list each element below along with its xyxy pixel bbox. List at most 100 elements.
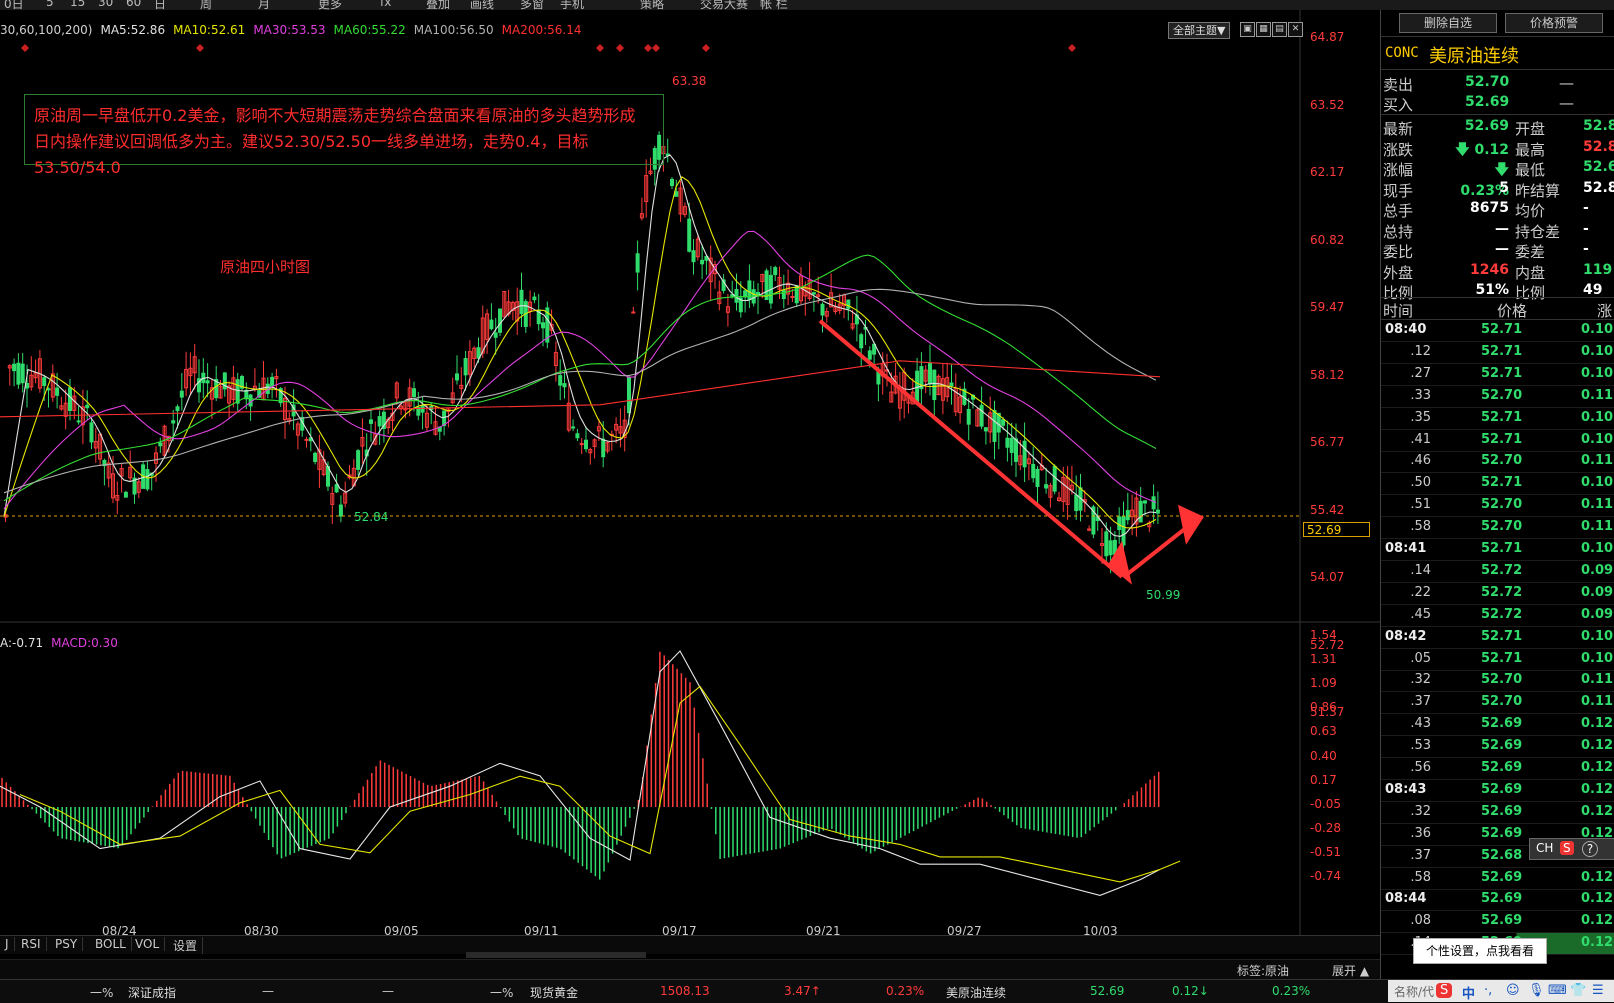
ime-chinese-toggle[interactable]: 中 [1462, 983, 1475, 1002]
tick-change: 0.10 [1581, 475, 1614, 491]
ime-toolbar[interactable]: 名称/代 S 中 ·, ☺ 🎙 ⌨ 👕 ☰ [1388, 980, 1614, 1002]
keyboard-icon[interactable]: ⌨ [1548, 983, 1567, 998]
candle-body [670, 178, 674, 187]
ticker-item: 一% [490, 986, 514, 1000]
tick-time: .46 [1410, 453, 1431, 469]
close-icon[interactable]: ✕ [1288, 22, 1303, 37]
candle-body [179, 390, 184, 398]
menu-icon[interactable]: ☰ [1592, 983, 1604, 998]
candle-body [983, 427, 988, 432]
quote-stat-row: 现手5昨结算52.8 [1381, 178, 1614, 200]
candle-body [455, 373, 459, 381]
candle-body [476, 347, 481, 359]
tick-time: .08 [1410, 913, 1431, 929]
indicator-tab[interactable]: 设置 [168, 937, 204, 954]
tick-time: .36 [1410, 825, 1431, 841]
tick-change: 0.09 [1581, 584, 1614, 600]
symbol-header: CONC 美原油连续 [1381, 36, 1614, 70]
candle-body [338, 504, 343, 517]
theme-select-button[interactable]: 全部主题▼ [1168, 22, 1231, 39]
price-tick: 54.07 [1310, 570, 1345, 584]
toolbar-item[interactable]: 60 [126, 0, 141, 9]
toolbar-item[interactable]: 30 [98, 0, 113, 9]
candle-body [558, 375, 563, 386]
toolbar-item[interactable]: 15 [70, 0, 85, 9]
candle-body [820, 303, 825, 316]
candle-body [734, 289, 739, 303]
candle-body [700, 259, 705, 265]
toolbar-item[interactable]: fx [380, 0, 391, 9]
indicator-tab[interactable]: PSY [50, 937, 84, 951]
stat-value: 8675 [1470, 200, 1509, 216]
candle-body [519, 289, 524, 315]
indicator-tab[interactable]: J [0, 937, 15, 951]
stat-value: - [1583, 220, 1589, 237]
ticker-item: 1508.13 [660, 984, 710, 998]
skin-icon[interactable]: 👕 [1570, 983, 1586, 998]
window-icon-3[interactable]: ▤ [1272, 22, 1287, 37]
ime-floating-bar[interactable]: CH S ? [1529, 838, 1614, 860]
low-price-label-2: 50.99 [1146, 588, 1181, 602]
ma200-line [0, 360, 1161, 418]
price-alert-button[interactable]: 价格预警 [1505, 13, 1603, 33]
chart-scrollbar[interactable] [466, 952, 646, 958]
microphone-icon[interactable]: 🎙 [1528, 983, 1545, 998]
ime-logo-icon[interactable]: S [1436, 983, 1453, 998]
indicator-tab[interactable]: RSI [16, 937, 47, 951]
stat-value: 52.6 [1583, 159, 1614, 175]
tick-change: 0.10 [1581, 431, 1614, 447]
stat-value: - [1583, 241, 1589, 257]
candle-body [493, 332, 498, 338]
quote-panel: 删除自选 价格预警 CONC 美原油连续 卖出 52.70 — 买入 52.69… [1380, 10, 1614, 979]
sell-row: 卖出 52.70 — [1381, 72, 1614, 94]
tick-price: 52.70 [1481, 453, 1523, 469]
expand-button[interactable]: 展开 ▲ [1332, 962, 1369, 979]
signal-marker [702, 44, 710, 52]
tick-price: 52.69 [1481, 803, 1523, 819]
tick-price: 52.72 [1481, 584, 1523, 600]
window-icon-1[interactable]: ▣ [1240, 22, 1255, 37]
tick-price: 52.72 [1481, 606, 1523, 622]
sell-price: 52.70 [1465, 74, 1510, 90]
kline-chart[interactable]: 30,60,100,200) MA5:52.86 MA10:52.61 MA30:53… [0, 10, 1380, 945]
emoji-icon[interactable]: ☺ [1506, 983, 1520, 998]
search-input[interactable]: 名称/代 [1394, 983, 1434, 1000]
candle-body [42, 377, 47, 386]
ime-punct-toggle[interactable]: ·, [1484, 983, 1492, 998]
candle-body [532, 296, 537, 301]
candle-body [1009, 437, 1014, 453]
tick-row: .37 52.70 0.11 [1381, 692, 1614, 715]
tick-price: 52.70 [1481, 672, 1523, 688]
candle-body [867, 350, 872, 360]
window-icon-2[interactable]: ▦ [1256, 22, 1271, 37]
settings-tooltip[interactable]: 个性设置，点我看看 [1413, 938, 1547, 964]
ime-logo-icon[interactable]: S [1560, 841, 1574, 855]
candle-body [369, 419, 373, 424]
tick-header-time: 时间 [1383, 302, 1414, 320]
toolbar-item[interactable]: 5 [46, 0, 54, 9]
tick-row: .35 52.71 0.10 [1381, 408, 1614, 430]
ma-line [3, 154, 1157, 537]
stat-value: 52.8 [1583, 179, 1614, 196]
candle-body [966, 408, 971, 425]
help-icon[interactable]: ? [1582, 841, 1598, 857]
ticker-item: 一% [90, 986, 114, 1000]
buy-label: 买入 [1383, 96, 1414, 114]
candle-body [859, 334, 864, 349]
indicator-tab[interactable]: VOL [130, 937, 166, 951]
tag-label: 标签:原油 [1237, 964, 1290, 978]
price-tick: 63.52 [1310, 97, 1345, 112]
macd-value: MACD:0.30 [51, 636, 118, 650]
candle-body [876, 371, 881, 385]
remove-watchlist-button[interactable]: 删除自选 [1399, 13, 1497, 33]
tick-price: 52.71 [1481, 541, 1523, 556]
tick-price: 52.71 [1481, 650, 1523, 666]
indicator-tab[interactable]: BOLL [90, 937, 132, 951]
candle-body [928, 363, 932, 385]
quote-stat-row: 最新52.69开盘52.8 [1381, 116, 1614, 138]
tick-row: .50 52.71 0.10 [1381, 473, 1614, 496]
tick-change: 0.12 [1581, 935, 1614, 951]
tick-change: 0.12 [1581, 803, 1614, 819]
tick-time: .43 [1410, 716, 1431, 732]
tick-header-price: 价格 [1497, 302, 1528, 320]
